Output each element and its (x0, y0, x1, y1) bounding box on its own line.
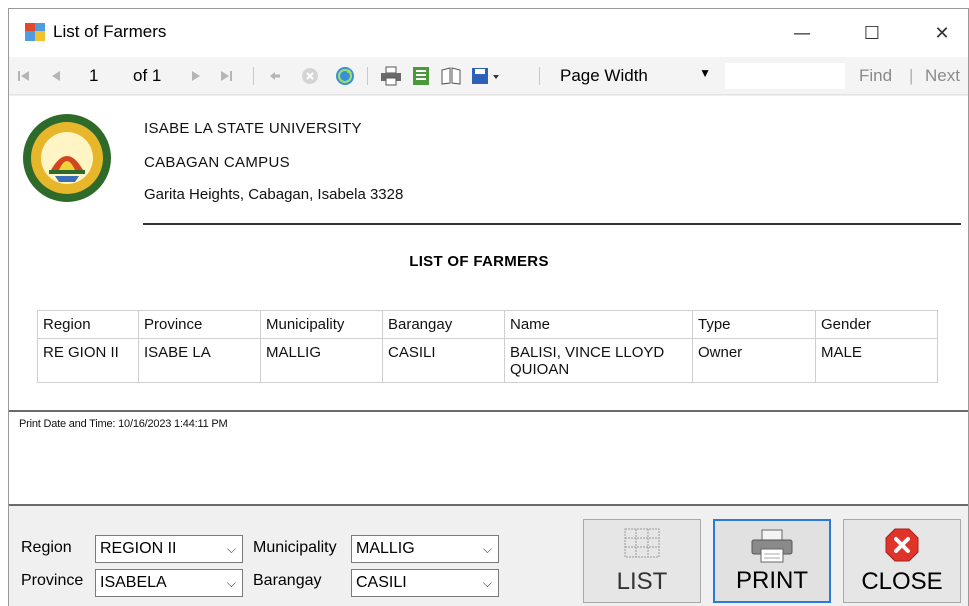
table-cell: Owner (692, 338, 816, 383)
toolbar-separator (539, 67, 540, 85)
find-link[interactable]: Find (859, 66, 892, 86)
column-header: Barangay (382, 310, 505, 339)
chevron-down-icon: ⌵ (226, 576, 236, 590)
export-icon[interactable] (469, 65, 503, 87)
table-cell: RE GION II (37, 338, 139, 383)
app-icon (25, 23, 45, 41)
next-link[interactable]: Next (925, 66, 960, 86)
table-cell: ISABE LA (138, 338, 261, 383)
barangay-select[interactable]: CASILI ⌵ (351, 569, 499, 597)
column-header: Name (504, 310, 693, 339)
page-number-input[interactable]: 1 (79, 64, 123, 88)
zoom-value: Page Width (560, 66, 648, 85)
municipality-select[interactable]: MALLIG ⌵ (351, 535, 499, 563)
barangay-label: Barangay (253, 572, 322, 589)
print-layout-icon[interactable] (409, 65, 433, 87)
print-button-label: PRINT (736, 567, 808, 594)
chevron-down-icon: ⌵ (482, 576, 492, 590)
table-cell: MALLIG (260, 338, 383, 383)
list-button[interactable]: LIST (583, 519, 701, 603)
title-bar: List of Farmers — ☐ ✕ (9, 9, 968, 57)
university-name: ISABE LA STATE UNIVERSITY (144, 120, 362, 137)
print-date-text: Print Date and Time: 10/16/2023 1:44:11 … (19, 418, 228, 430)
table-row: RE GION II ISABE LA MALLIG CASILI BALISI… (37, 338, 938, 383)
next-page-icon[interactable] (187, 65, 205, 87)
barangay-value: CASILI (356, 574, 407, 591)
grid-icon (624, 528, 660, 558)
column-header: Type (692, 310, 816, 339)
table-cell: MALE (815, 338, 938, 383)
province-value: ISABELA (100, 574, 167, 591)
column-header: Province (138, 310, 261, 339)
refresh-icon[interactable] (333, 65, 357, 87)
column-header: Municipality (260, 310, 383, 339)
university-seal-icon (23, 114, 111, 202)
print-icon[interactable] (379, 65, 403, 87)
region-label: Region (21, 539, 72, 556)
toolbar-separator (367, 67, 368, 85)
table-cell: BALISI, VINCE LLOYD QUIOAN (504, 338, 693, 383)
report-toolbar: 1 of 1 Page Width ▼ Find | Next (9, 57, 968, 95)
region-select[interactable]: REGION II ⌵ (95, 535, 243, 563)
table-header-row: Region Province Municipality Barangay Na… (37, 310, 938, 339)
minimize-button[interactable]: — (779, 9, 825, 57)
find-separator: | (909, 66, 914, 85)
chevron-down-icon: ▼ (699, 66, 711, 80)
column-header: Region (37, 310, 139, 339)
first-page-icon[interactable] (15, 65, 33, 87)
close-button[interactable]: CLOSE (843, 519, 961, 603)
farmers-table: Region Province Municipality Barangay Na… (37, 310, 938, 383)
page-count-label: of 1 (133, 66, 161, 86)
print-button[interactable]: PRINT (713, 519, 831, 603)
window-title: List of Farmers (53, 22, 167, 41)
stop-icon[interactable] (299, 65, 321, 87)
printer-icon (751, 529, 793, 563)
close-window-button[interactable]: ✕ (919, 9, 965, 57)
campus-name: CABAGAN CAMPUS (144, 154, 290, 171)
back-icon[interactable] (265, 65, 285, 87)
maximize-button[interactable]: ☐ (849, 9, 895, 57)
of-label-text: of (133, 66, 148, 85)
total-pages: 1 (151, 66, 162, 85)
find-text-input[interactable] (725, 63, 845, 89)
close-button-label: CLOSE (861, 568, 943, 595)
last-page-icon[interactable] (217, 65, 235, 87)
column-header: Gender (815, 310, 938, 339)
region-value: REGION II (100, 540, 177, 557)
page-setup-icon[interactable] (439, 65, 463, 87)
chevron-down-icon: ⌵ (482, 542, 492, 556)
previous-page-icon[interactable] (47, 65, 65, 87)
report-viewer[interactable]: ISABE LA STATE UNIVERSITY CABAGAN CAMPUS… (9, 96, 968, 506)
header-divider (143, 223, 961, 225)
report-title: LIST OF FARMERS (409, 253, 549, 270)
report-footer-divider (9, 410, 968, 412)
municipality-label: Municipality (253, 539, 337, 556)
filter-panel: Region REGION II ⌵ Province ISABELA ⌵ Mu… (9, 508, 968, 606)
province-label: Province (21, 572, 84, 589)
toolbar-separator (253, 67, 254, 85)
province-select[interactable]: ISABELA ⌵ (95, 569, 243, 597)
report-window: List of Farmers — ☐ ✕ 1 of 1 Page Width … (8, 8, 969, 606)
municipality-value: MALLIG (356, 540, 415, 557)
list-button-label: LIST (616, 568, 668, 595)
zoom-select[interactable]: Page Width ▼ (554, 63, 719, 89)
campus-address: Garita Heights, Cabagan, Isabela 3328 (144, 186, 404, 203)
table-cell: CASILI (382, 338, 505, 383)
chevron-down-icon: ⌵ (226, 542, 236, 556)
stop-sign-icon (885, 528, 919, 562)
